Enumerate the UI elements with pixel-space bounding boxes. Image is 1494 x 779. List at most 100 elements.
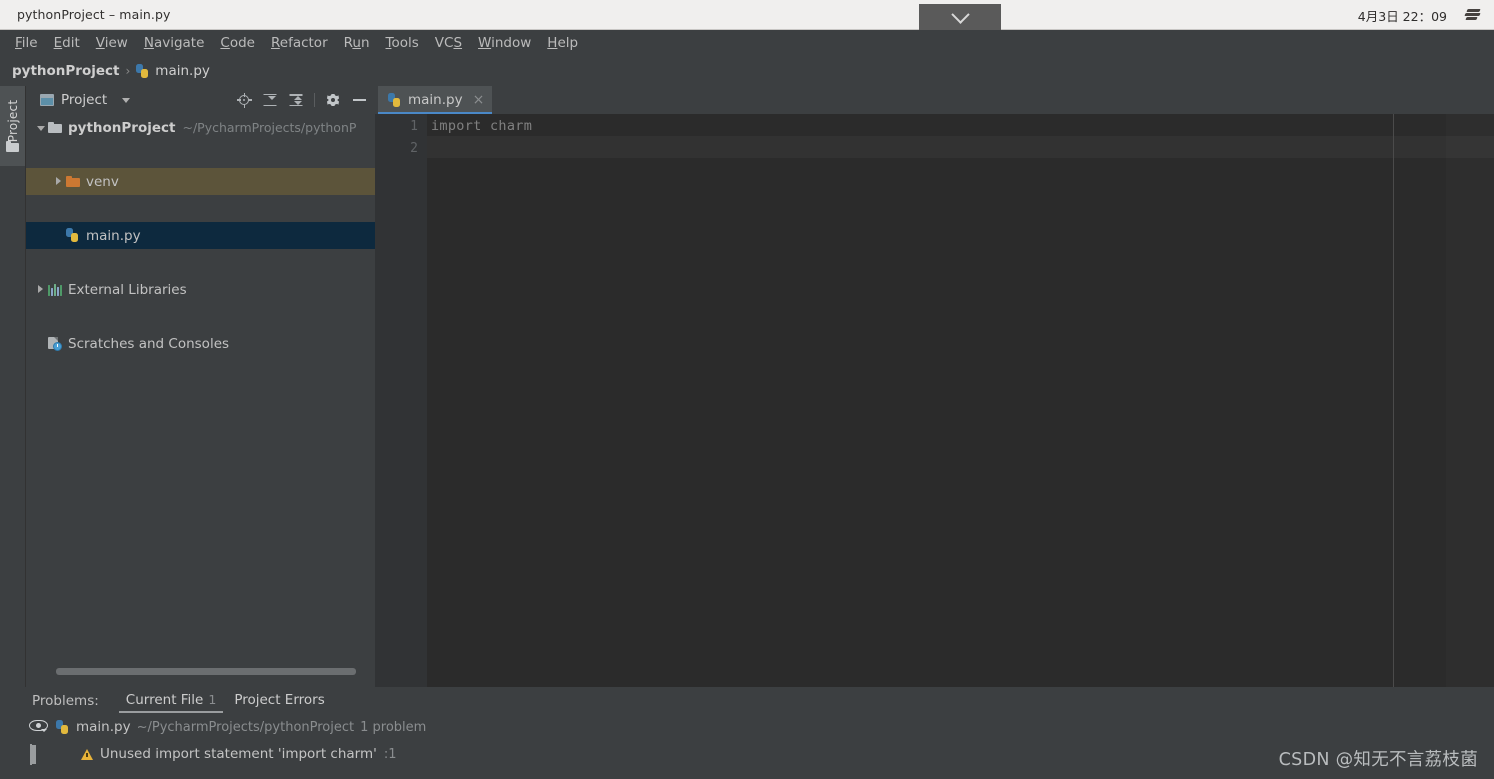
crosshair-target-icon (236, 92, 252, 108)
input-method-icon[interactable] (1464, 8, 1482, 22)
right-margin-guide (1393, 114, 1394, 687)
menu-vcs[interactable]: VCS (427, 33, 470, 53)
os-title-bar: pythonProject – main.py 4月3日 22：09 (0, 0, 1494, 30)
menu-window[interactable]: Window (470, 33, 539, 53)
locate-file-button[interactable] (231, 87, 257, 113)
editor-tab-bar: main.py × (375, 86, 1494, 114)
problems-tab-bar: Problems: Current File 1 Project Errors (0, 687, 1494, 714)
breadcrumb-project[interactable]: pythonProject (12, 63, 119, 79)
problems-file-name: main.py (76, 719, 131, 735)
tree-item-label: Scratches and Consoles (68, 335, 230, 352)
left-tool-strip: Project (0, 86, 26, 687)
libraries-icon (47, 283, 63, 296)
problems-file-count: 1 problem (360, 719, 427, 735)
tool-window-icon (40, 94, 54, 106)
expand-all-button[interactable] (257, 87, 283, 113)
titlebar-dropdown-button[interactable] (919, 4, 1001, 30)
menu-view[interactable]: View (88, 33, 136, 53)
project-panel-header: Project (26, 86, 375, 114)
folder-icon (6, 141, 19, 152)
watermark: CSDN @知无不言荔枝菌 (1278, 750, 1478, 770)
collapse-all-icon (289, 93, 304, 108)
editor-area: main.py × 1 2 import charm (375, 86, 1494, 687)
scratches-icon (47, 336, 63, 351)
problems-side-toolbar (26, 714, 54, 779)
title-bar-right-area: 4月3日 22：09 (1358, 0, 1482, 30)
collapse-all-button[interactable] (283, 87, 309, 113)
menu-refactor[interactable]: Refactor (263, 33, 336, 53)
menu-run[interactable]: Run (336, 33, 378, 53)
warning-triangle-icon (81, 748, 93, 760)
gear-icon (326, 93, 340, 107)
breadcrumb-separator: › (125, 64, 131, 78)
tree-item-scratches-and-consoles[interactable]: Scratches and Consoles (26, 330, 375, 357)
problems-file-path: ~/PycharmProjects/pythonProject (136, 719, 355, 735)
problems-tool-window: Problems: Current File 1 Project Errors (0, 687, 1494, 779)
preview-split-button[interactable] (30, 744, 32, 765)
problems-file-row[interactable]: main.py ~/PycharmProjects/pythonProject … (56, 719, 426, 735)
project-tool-window: Project pythonProject ~/PycharmProjects/… (26, 86, 375, 687)
current-line-highlight (427, 136, 1494, 158)
toolbar-separator (314, 93, 315, 107)
menu-edit[interactable]: Edit (46, 33, 88, 53)
problem-item-row[interactable]: Unused import statement 'import charm' :… (81, 746, 397, 762)
settings-button[interactable] (320, 87, 346, 113)
tree-item-venv[interactable]: venv (26, 168, 375, 195)
python-file-icon (136, 63, 150, 79)
editor-gutter[interactable]: 1 2 (375, 114, 427, 687)
editor-tab-main-py[interactable]: main.py × (378, 86, 493, 114)
tree-item-label: venv (86, 173, 119, 190)
problems-label: Problems: (32, 692, 99, 709)
breadcrumb-file[interactable]: main.py (155, 63, 210, 79)
tree-item-main-py[interactable]: main.py (26, 222, 375, 249)
scrollbar-marker (1446, 136, 1494, 158)
tab-current-file[interactable]: Current File 1 (117, 688, 226, 713)
python-file-icon (388, 92, 402, 108)
chevron-down-icon[interactable] (122, 97, 131, 103)
close-icon[interactable]: × (473, 93, 485, 107)
code-editor[interactable]: import charm (427, 114, 1494, 687)
menu-help[interactable]: Help (539, 33, 586, 53)
window-title: pythonProject – main.py (17, 7, 171, 22)
menu-file[interactable]: File (7, 33, 46, 53)
folder-orange-icon (65, 175, 81, 188)
system-clock: 4月3日 22：09 (1357, 8, 1447, 24)
hide-panel-button[interactable] (346, 87, 372, 113)
line-number: 1 (410, 119, 418, 134)
tree-item-label: main.py (86, 227, 141, 244)
project-panel-toolbar (231, 86, 372, 114)
tree-item-pythonproject[interactable]: pythonProject ~/PycharmProjects/pythonP (26, 114, 375, 141)
project-panel-horizontal-scrollbar[interactable] (56, 668, 356, 675)
chevron-down-icon[interactable] (34, 121, 47, 134)
project-tree: pythonProject ~/PycharmProjects/pythonP … (26, 114, 375, 352)
tab-project-errors-label: Project Errors (234, 692, 325, 708)
expand-all-icon (263, 93, 278, 108)
folder-gray-icon (47, 121, 63, 134)
split-view-icon (30, 744, 32, 765)
menu-navigate[interactable]: Navigate (136, 33, 213, 53)
code-line-1: import charm (431, 118, 533, 134)
tree-item-external-libraries[interactable]: External Libraries (26, 276, 375, 303)
editor-tab-label: main.py (408, 92, 463, 108)
tree-item-label: External Libraries (68, 281, 187, 298)
pycharm-window: pythonProject – main.py 4月3日 22：09 File … (0, 0, 1494, 779)
editor-scrollbar-area[interactable] (1446, 114, 1494, 687)
python-file-icon (65, 228, 81, 243)
minus-icon (352, 99, 366, 101)
tree-item-path: ~/PycharmProjects/pythonP (182, 120, 357, 135)
main-menu-bar: File Edit View Navigate Code Refactor Ru… (0, 30, 1494, 56)
problem-item-message: Unused import statement 'import charm' (100, 746, 377, 762)
menu-code[interactable]: Code (212, 33, 263, 53)
chevron-down-icon (950, 4, 970, 24)
python-file-icon (56, 719, 70, 735)
menu-tools[interactable]: Tools (378, 33, 427, 53)
breadcrumb: pythonProject › main.py (0, 56, 1494, 86)
project-panel-title: Project (61, 92, 108, 108)
chevron-right-icon[interactable] (34, 283, 47, 296)
tree-item-label: pythonProject (68, 119, 176, 136)
chevron-right-icon[interactable] (52, 175, 65, 188)
tab-project-errors[interactable]: Project Errors (225, 688, 333, 713)
tab-current-file-label: Current File (125, 692, 204, 708)
sidebar-item-project[interactable]: Project (0, 86, 25, 166)
problem-item-line-ref: :1 (383, 746, 397, 762)
